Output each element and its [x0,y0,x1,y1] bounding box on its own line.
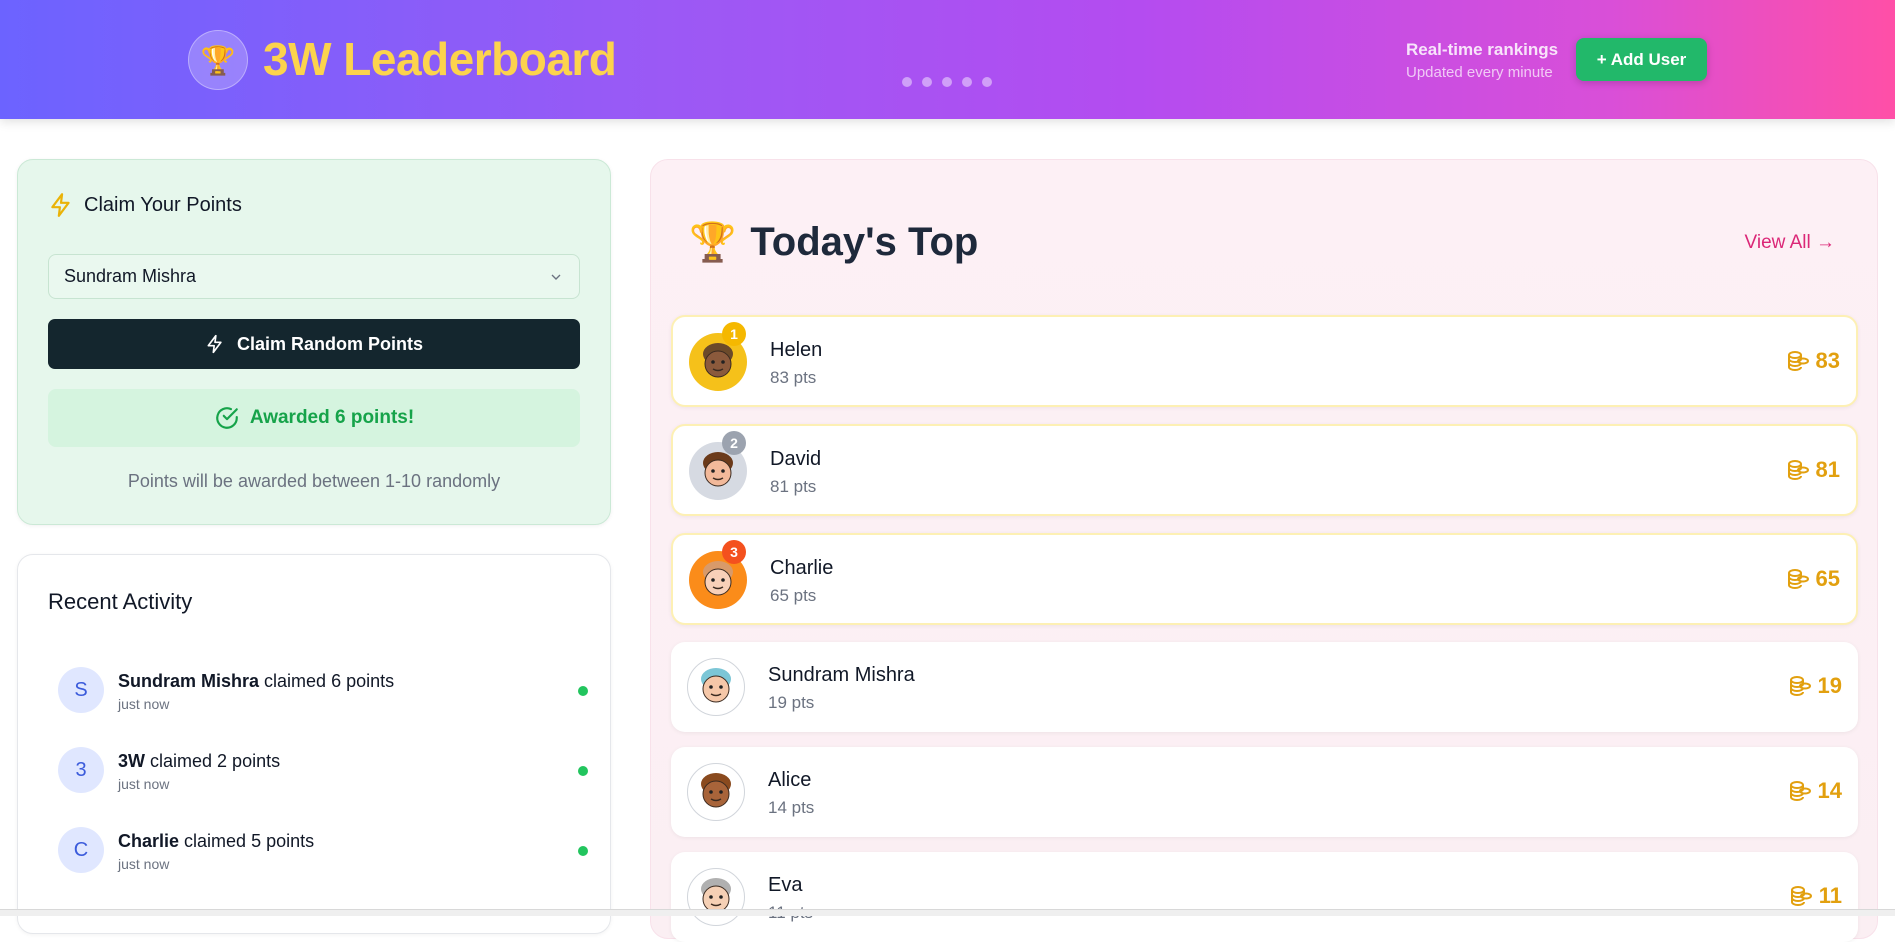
claim-heading-label: Claim Your Points [84,193,242,216]
trophy-icon: 🏆 [188,30,248,90]
activity-time: just now [118,696,170,712]
status-dot [578,766,588,776]
leaderboard-row[interactable]: Sundram Mishra 19 pts 19 [671,642,1858,732]
view-all-link[interactable]: View All → [1745,232,1835,254]
activity-text: Charlie claimed 5 points [118,831,314,852]
dot [982,77,992,87]
player-points: 81 pts [770,477,817,496]
coins-icon [1787,569,1809,590]
dot [942,77,952,87]
activity-action: claimed 5 points [184,831,315,851]
avatar [687,868,745,926]
player-points: 83 pts [770,368,817,387]
claim-points-card: Claim Your Points Sundram Mishra Claim R… [17,159,611,525]
claim-button-label: Claim Random Points [236,333,424,354]
player-name: Charlie [770,557,834,579]
score-value: 83 [1815,348,1840,373]
dot [962,77,972,87]
dot [902,77,912,87]
player-points: 14 pts [768,798,815,817]
activity-item: 3 3W claimed 2 points just now [58,747,588,797]
avatar-face-icon [701,668,731,703]
avatar-face-icon [701,773,731,808]
score-display: 19 [1788,673,1842,699]
chevron-down-icon [551,274,561,280]
activity-time: just now [118,856,170,872]
player-name: Helen [770,339,823,361]
realtime-info: Real-time rankings Updated every minute [1406,40,1558,81]
claim-heading: Claim Your Points [48,192,242,218]
app-title: 3W Leaderboard [263,33,617,85]
lightning-icon [207,334,222,354]
score-display: 81 [1786,457,1840,483]
leaderboard-row[interactable]: Eva11 pts11 [671,852,1858,942]
activity-user: Sundram Mishra [118,671,260,691]
rank-badge: 2 [722,431,746,455]
activity-action: claimed 2 points [150,751,281,771]
score-display: 65 [1786,566,1840,592]
coins-icon [1787,351,1809,372]
player-points: 65 pts [770,586,817,605]
loading-dots [902,77,992,87]
awarded-message: Awarded 6 points! [48,389,580,447]
rank-badge: 1 [722,322,746,346]
leaderboard-row[interactable]: 3 Charlie 65 pts 65 [671,533,1858,625]
leaderboard-row[interactable]: Alice 14 pts 14 [671,747,1858,837]
avatar: S [58,667,104,713]
coins-icon [1789,676,1811,697]
leaderboard-row[interactable]: 2 David 81 pts 81 [671,424,1858,516]
score-value: 81 [1815,457,1840,482]
activity-text: 3W claimed 2 points [118,751,280,772]
user-select-value: Sundram Mishra [64,266,197,286]
score-value: 65 [1815,566,1840,591]
leaderboard-panel: 🏆 Today's Top View All → 1 Helen 83 pts 83 2… [650,159,1878,942]
player-name: Eva [768,874,803,896]
activity-text: Sundram Mishra claimed 6 points [118,671,394,692]
avatar: 3 [58,747,104,793]
recent-activity-card: Recent Activity S Sundram Mishra claimed… [17,554,611,934]
coins-icon [1790,886,1812,907]
realtime-title: Real-time rankings [1406,40,1559,59]
score-value: 11 [1818,883,1842,908]
player-points: 19 pts [768,693,815,712]
coins-icon [1789,781,1811,802]
activity-user: 3W [118,751,145,771]
trophy-icon: 🏆 [689,221,737,264]
user-select[interactable]: Sundram Mishra [48,254,580,299]
score-value: 14 [1817,778,1842,803]
board-header: 🏆 Today's Top [689,220,978,265]
horizontal-scrollbar[interactable] [0,909,1895,916]
board-title: Today's Top [750,220,979,264]
check-circle-icon [216,407,238,429]
activity-time: just now [118,776,170,792]
activity-item: C Charlie claimed 5 points just now [58,827,588,877]
player-name: Alice [768,769,812,791]
avatar: C [58,827,104,873]
lightning-icon [51,193,70,217]
claim-random-points-button[interactable]: Claim Random Points [48,319,580,369]
status-dot [578,686,588,696]
rank-badge: 3 [722,540,746,564]
coins-icon [1787,460,1809,481]
avatar [687,658,745,716]
score-display: 83 [1786,348,1840,374]
recent-activity-title: Recent Activity [48,589,193,614]
claim-note: Points will be awarded between 1-10 rand… [127,471,501,491]
activity-user: Charlie [118,831,180,851]
avatar [687,763,745,821]
activity-item: S Sundram Mishra claimed 6 points just n… [58,667,588,717]
activity-action: claimed 6 points [264,671,395,691]
add-user-button[interactable]: + Add User [1576,38,1707,81]
leaderboard-row[interactable]: 1 Helen 83 pts 83 [671,315,1858,407]
status-dot [578,846,588,856]
player-name: Sundram Mishra [768,664,915,686]
score-display: 11 [1789,883,1842,909]
score-value: 19 [1817,673,1842,698]
dot [922,77,932,87]
player-name: David [770,448,822,470]
awarded-label: Awarded 6 points! [249,407,415,428]
realtime-subtitle: Updated every minute [1406,64,1553,81]
app-header: 🏆 3W Leaderboard Real-time rankings Upda… [0,0,1895,119]
score-display: 14 [1788,778,1842,804]
